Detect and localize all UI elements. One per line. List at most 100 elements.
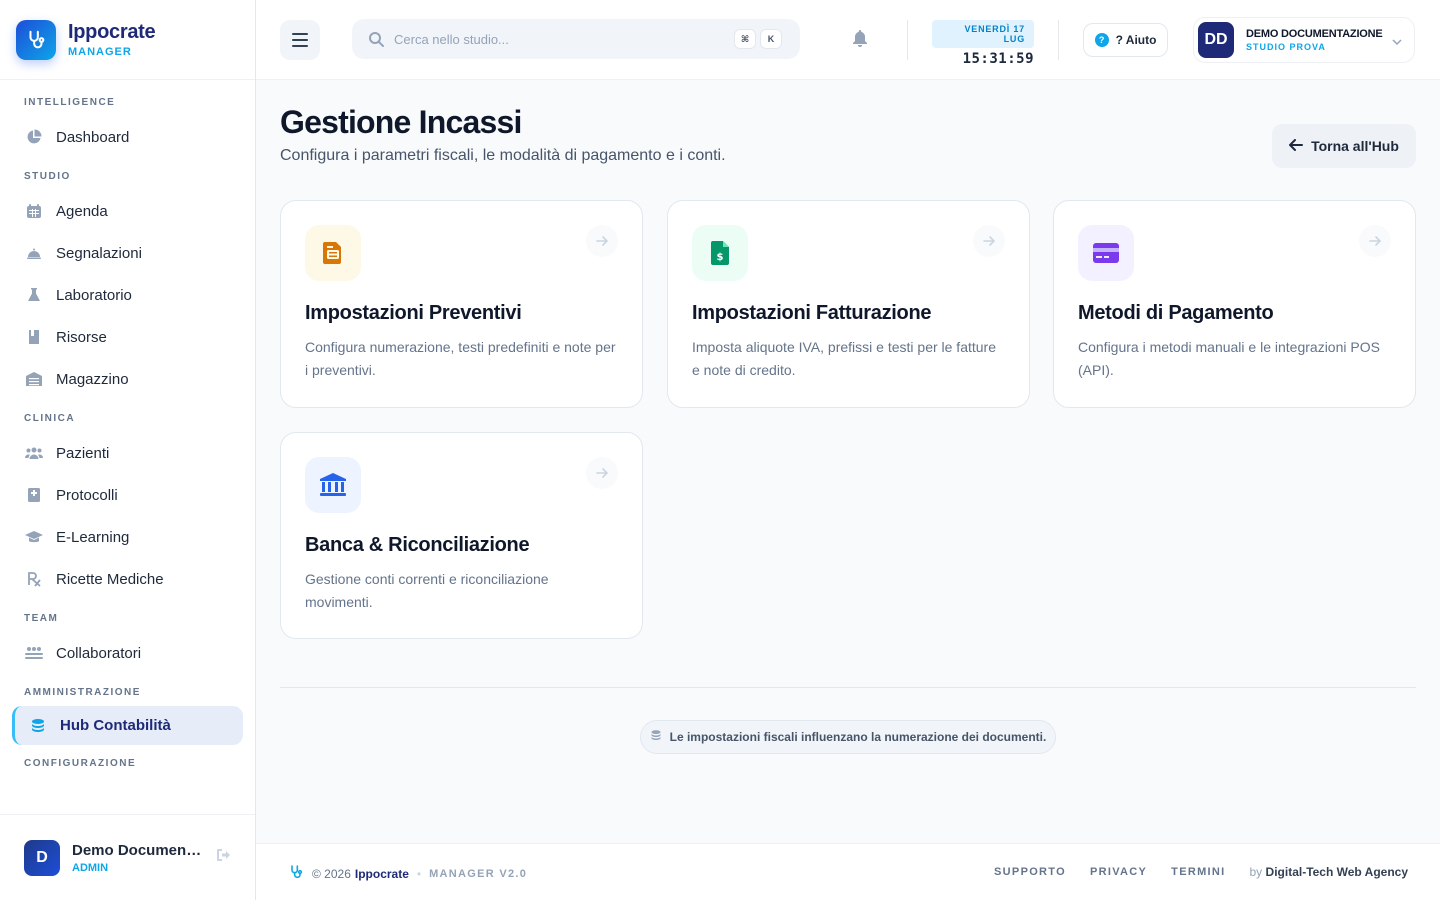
separator-dot: • [416,866,422,881]
footer: © 2026 Ippocrate • MANAGER V2.0 SUPPORTO… [256,843,1440,900]
bank-icon [305,457,361,513]
sidebar-item-collaboratori[interactable]: Collaboratori [12,632,243,674]
footer-link-privacy[interactable]: PRIVACY [1090,866,1147,878]
nav-section-title: AMMINISTRAZIONE [24,687,141,698]
svg-text:$: $ [717,252,724,263]
footer-brand: Ippocrate [354,866,409,881]
profile-avatar: DD [1198,22,1234,58]
kbd-cmd: ⌘ [734,29,756,49]
sidebar-item-ricette-mediche[interactable]: Ricette Mediche [12,558,243,600]
stethoscope-icon [288,864,304,883]
sidebar-nav: INTELLIGENCE Dashboard STUDIO Agenda Seg… [0,80,255,777]
sidebar-item-label: E-Learning [56,528,130,546]
sidebar-item-pazienti[interactable]: Pazienti [12,432,243,474]
page-subtitle: Configura i parametri fiscali, le modali… [280,147,726,164]
sidebar-item-label: Risorse [56,328,107,346]
arrow-right-icon [586,225,618,257]
sidebar-item-label: Agenda [56,202,108,220]
nav-section-title: CLINICA [24,413,76,424]
divider [280,687,1416,688]
brand-sub: MANAGER [68,46,132,58]
search-shortcut: ⌘ K [730,29,782,49]
user-name: Demo Documenta... [72,841,202,859]
arrow-right-icon [586,457,618,489]
sidebar-item-dashboard[interactable]: Dashboard [12,116,243,158]
help-icon: ? [1094,33,1109,47]
book-icon [24,327,44,347]
users-icon [24,443,44,463]
divider [907,20,908,60]
info-notice: Le impostazioni fiscali influenzano la n… [640,720,1056,754]
sidebar-item-laboratorio[interactable]: Laboratorio [12,274,243,316]
team-icon [24,643,44,663]
kbd-k: K [760,29,782,49]
sidebar-item-label: Dashboard [56,128,130,146]
sidebar-item-label: Protocolli [56,486,118,504]
card-impostazioni-preventivi[interactable]: Impostazioni Preventivi Configura numera… [280,200,643,408]
menu-toggle-button[interactable] [280,20,320,60]
back-to-hub-button[interactable]: Torna all'Hub [1272,124,1416,168]
sidebar-user[interactable]: D Demo Documenta... ADMIN [0,814,255,900]
user-role: ADMIN [72,861,109,874]
card-banca-riconciliazione[interactable]: Banca & Riconciliazione Gestione conti c… [280,432,643,639]
prescription-icon [24,569,44,589]
stethoscope-icon [16,19,56,60]
card-description: Gestione conti correnti e riconciliazion… [305,571,549,610]
graduation-cap-icon [24,527,44,547]
card-metodi-di-pagamento[interactable]: Metodi di Pagamento Configura i metodi m… [1053,200,1416,408]
footer-link-supporto[interactable]: SUPPORTO [994,866,1066,878]
card-description: Configura numerazione, testi predefiniti… [305,339,616,378]
card-impostazioni-fatturazione[interactable]: $ Impostazioni Fatturazione Imposta aliq… [667,200,1030,408]
sidebar-item-e-learning[interactable]: E-Learning [12,516,243,558]
sidebar-item-agenda[interactable]: Agenda [12,190,243,232]
search-icon [369,32,384,47]
sidebar-item-magazzino[interactable]: Magazzino [12,358,243,400]
chevron-down-icon [1392,34,1402,52]
calendar-icon [24,201,44,221]
sidebar: Ippocrate MANAGER INTELLIGENCE Dashboard… [0,0,256,900]
sidebar-item-hub-contabilita[interactable]: Hub Contabilità [12,706,243,745]
card-description: Imposta aliquote IVA, prefissi e testi p… [692,339,997,378]
warehouse-icon [24,369,44,389]
help-button[interactable]: ? ? Aiuto [1083,23,1168,57]
flask-icon [24,285,44,305]
main-content: Gestione Incassi Configura i parametri f… [256,80,1440,843]
profile-menu[interactable]: DD DEMO DOCUMENTAZIONE STUDIO PROVA [1193,17,1415,63]
card-title: Banca & Riconciliazione [305,534,530,556]
sidebar-item-segnalazioni[interactable]: Segnalazioni [12,232,243,274]
sidebar-item-label: Magazzino [56,370,129,388]
footer-link-termini[interactable]: TERMINI [1171,866,1225,878]
card-title: Impostazioni Fatturazione [692,302,932,324]
sidebar-item-label: Collaboratori [56,644,142,662]
back-label: Torna all'Hub [1311,138,1399,154]
sidebar-item-label: Laboratorio [56,286,132,304]
card-title: Metodi di Pagamento [1078,302,1274,324]
sidebar-item-label: Pazienti [56,444,110,462]
notifications-bell-icon[interactable] [852,30,868,53]
bell-service-icon [24,243,44,263]
nav-section-title: STUDIO [24,171,71,182]
card-description: Configura i metodi manuali e le integraz… [1078,339,1380,378]
arrow-right-icon [973,225,1005,257]
agency-name: Digital-Tech Web Agency [1265,865,1408,879]
brand-name: Ippocrate [68,21,156,43]
notice-text: Le impostazioni fiscali influenzano la n… [669,730,1047,744]
quote-document-icon [305,225,361,281]
logout-icon[interactable] [216,848,232,867]
arrow-left-icon [1288,138,1304,154]
copyright: © 2026 [312,866,351,881]
agency-credit[interactable]: by Digital-Tech Web Agency [1250,865,1409,879]
sidebar-item-protocolli[interactable]: Protocolli [12,474,243,516]
help-label: ? Aiuto [1115,33,1157,47]
credit-card-icon [1078,225,1134,281]
top-header: ⌘ K VENERDÌ 17 LUG 15:31:59 ? ? Aiuto DD… [256,0,1440,80]
brand[interactable]: Ippocrate MANAGER [0,0,255,80]
profile-name: DEMO DOCUMENTAZIONE [1246,28,1383,40]
hamburger-icon [292,33,308,47]
date-badge: VENERDÌ 17 LUG [932,20,1034,48]
search-bar[interactable]: ⌘ K [352,19,800,59]
sidebar-item-risorse[interactable]: Risorse [12,316,243,358]
clock-time: 15:31:59 [962,51,1034,67]
search-input[interactable] [394,31,714,47]
avatar: D [24,839,60,876]
